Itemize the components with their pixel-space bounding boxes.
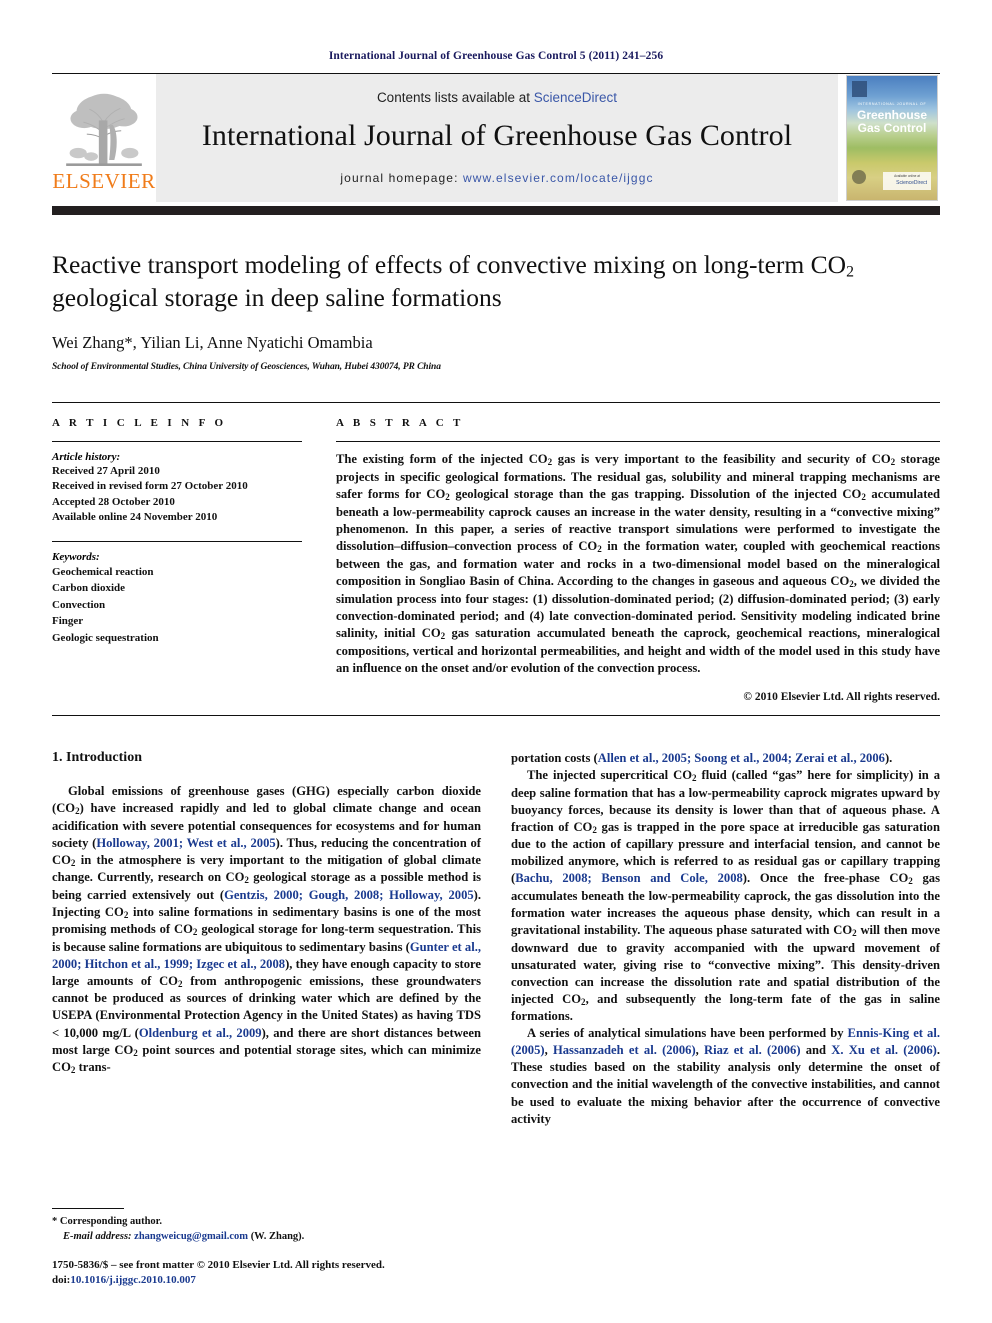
abstract-column: A B S T R A C T The existing form of the… bbox=[336, 417, 940, 703]
email-label: E-mail address: bbox=[63, 1231, 132, 1243]
title-part-2: geological storage in deep saline format… bbox=[52, 282, 502, 312]
cover-title: Greenhouse Gas Control bbox=[847, 109, 937, 135]
abstract-rule bbox=[336, 441, 940, 443]
footnote-rule bbox=[52, 1208, 124, 1210]
doi-line: doi:10.1016/j.ijggc.2010.10.007 bbox=[52, 1273, 472, 1289]
article-info-column: A R T I C L E I N F O Article history: R… bbox=[52, 417, 302, 703]
article-history-3: Available online 24 November 2010 bbox=[52, 510, 218, 523]
elsevier-logo[interactable]: ELSEVIER bbox=[52, 74, 156, 202]
page-title: Reactive transport modeling of effects o… bbox=[52, 249, 932, 313]
running-head: International Journal of Greenhouse Gas … bbox=[328, 50, 664, 62]
article-history-label: Article history: bbox=[52, 451, 121, 464]
doi-label: doi: bbox=[52, 1274, 71, 1287]
keywords-label: Keywords: bbox=[52, 550, 100, 563]
keyword-2: Convection bbox=[52, 598, 106, 611]
article-info-rule bbox=[52, 441, 302, 443]
abstract-heading: A B S T R A C T bbox=[336, 417, 464, 430]
contents-available-line: Contents lists available at ScienceDirec… bbox=[377, 90, 617, 105]
email-suffix: (W. Zhang). bbox=[248, 1231, 305, 1243]
paragraph: portation costs (Allen et al., 2005; Soo… bbox=[511, 751, 893, 766]
journal-homepage-line: journal homepage: www.elsevier.com/locat… bbox=[340, 171, 653, 185]
copyright-line: © 2010 Elsevier Ltd. All rights reserved… bbox=[743, 691, 940, 704]
body-column-right: portation costs (Allen et al., 2005; Soo… bbox=[511, 750, 940, 1127]
contents-prefix: Contents lists available at bbox=[376, 89, 534, 105]
title-part-1: Reactive transport modeling of effects o… bbox=[52, 250, 847, 279]
corresponding-author-note: * Corresponding author. bbox=[52, 1216, 162, 1228]
abstract-text: The existing form of the injected CO2 ga… bbox=[336, 452, 941, 675]
elsevier-wordmark: ELSEVIER bbox=[52, 168, 156, 193]
paragraph: Global emissions of greenhouse gases (GH… bbox=[52, 784, 482, 1076]
journal-masthead: ELSEVIER Contents lists available at Sci… bbox=[52, 74, 940, 202]
masthead-dark-bar bbox=[52, 206, 940, 215]
keywords-rule bbox=[52, 540, 302, 542]
article-history-0: Received 27 April 2010 bbox=[52, 465, 160, 478]
article-info-heading: A R T I C L E I N F O bbox=[52, 417, 227, 430]
cover-title-line2: Gas Control bbox=[857, 120, 927, 135]
cover-kicker: INTERNATIONAL JOURNAL OF bbox=[857, 102, 927, 106]
author-list: Wei Zhang*, Yilian Li, Anne Nyatichi Oma… bbox=[52, 333, 373, 353]
cover-title-line1: Greenhouse bbox=[856, 108, 928, 122]
article-history-2: Accepted 28 October 2010 bbox=[52, 495, 175, 508]
cover-seal-icon bbox=[852, 170, 866, 184]
body-columns: 1. Introduction Global emissions of gree… bbox=[52, 750, 940, 1127]
journal-cover-thumbnail[interactable]: INTERNATIONAL JOURNAL OF Greenhouse Gas … bbox=[846, 75, 938, 201]
keyword-0: Geochemical reaction bbox=[52, 565, 154, 578]
cover-elsevier-mark-icon bbox=[852, 81, 867, 97]
article-history-1: Received in revised form 27 October 2010 bbox=[52, 480, 248, 493]
abstract-bottom-rule bbox=[52, 715, 940, 717]
keyword-4: Geologic sequestration bbox=[52, 631, 159, 644]
paragraph: A series of analytical simulations have … bbox=[511, 1026, 941, 1126]
footnote-block: * Corresponding author. E-mail address: … bbox=[52, 1208, 472, 1289]
footnote-spacer bbox=[52, 1245, 472, 1258]
keyword-1: Carbon dioxide bbox=[52, 582, 126, 595]
elsevier-tree-icon bbox=[66, 93, 142, 166]
journal-title: International Journal of Greenhouse Gas … bbox=[201, 118, 793, 152]
section-heading-introduction: 1. Introduction bbox=[52, 750, 142, 766]
email-note: E-mail address: zhangweicug@gmail.com (W… bbox=[52, 1230, 472, 1245]
body-column-left: 1. Introduction Global emissions of gree… bbox=[52, 750, 481, 1127]
cover-sd-label: ScienceDirect bbox=[896, 180, 927, 186]
homepage-url-link[interactable]: www.elsevier.com/locate/ijggc bbox=[463, 171, 654, 185]
keyword-3: Finger bbox=[52, 615, 84, 628]
email-link[interactable]: zhangweicug@gmail.com bbox=[134, 1231, 248, 1242]
homepage-prefix: journal homepage: bbox=[340, 170, 463, 185]
paragraph: The injected supercritical CO2 fluid (ca… bbox=[511, 768, 940, 1024]
journal-cover-block[interactable]: INTERNATIONAL JOURNAL OF Greenhouse Gas … bbox=[838, 74, 940, 202]
masthead-center: Contents lists available at ScienceDirec… bbox=[156, 74, 838, 202]
paper-page: International Journal of Greenhouse Gas … bbox=[0, 0, 992, 1323]
doi-link[interactable]: 10.1016/j.ijggc.2010.10.007 bbox=[70, 1274, 196, 1286]
affiliation: School of Environmental Studies, China U… bbox=[52, 362, 441, 373]
title-block: Reactive transport modeling of effects o… bbox=[52, 215, 940, 372]
cover-sd-caption: Available online at bbox=[894, 174, 920, 178]
issn-line: 1750-5836/$ – see front matter © 2010 El… bbox=[52, 1258, 385, 1271]
info-abstract-region: A R T I C L E I N F O Article history: R… bbox=[52, 402, 940, 703]
sciencedirect-link[interactable]: ScienceDirect bbox=[534, 90, 617, 105]
title-subscript: 2 bbox=[846, 263, 854, 281]
